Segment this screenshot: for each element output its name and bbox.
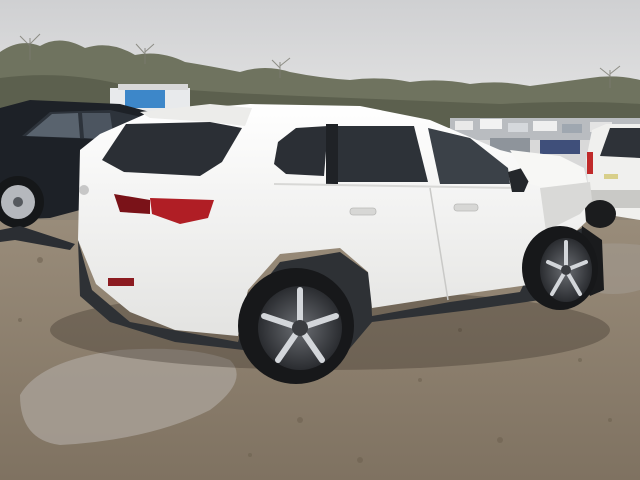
rear-wheel <box>238 268 354 384</box>
rear-reflector <box>108 278 134 286</box>
white-pickup <box>584 124 640 228</box>
pickup-wheel <box>584 200 616 228</box>
b-pillar <box>326 124 338 184</box>
photo-scene <box>0 0 640 480</box>
front-door-handle <box>453 203 479 212</box>
brand-emblem <box>79 185 89 195</box>
scene-svg <box>0 0 640 480</box>
front-wheel <box>522 226 598 310</box>
rear-door-handle <box>349 207 377 216</box>
side-window-middle <box>334 126 428 182</box>
